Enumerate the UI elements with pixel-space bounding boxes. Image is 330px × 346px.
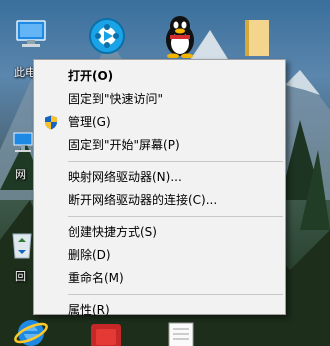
recycle-bin-label: 回 [15, 270, 26, 283]
menu-item-rename-label: 重命名(M) [68, 271, 124, 285]
menu-separator [68, 294, 283, 295]
document-icon[interactable] [167, 322, 195, 346]
app-icon-bottom[interactable] [88, 322, 124, 346]
network-icon[interactable] [12, 130, 34, 158]
menu-item-rename[interactable]: 重命名(M) [34, 267, 285, 290]
menu-item-pin-quick-access[interactable]: 固定到"快速访问" [34, 88, 285, 111]
uac-shield-icon [44, 115, 58, 130]
menu-item-map-network-drive[interactable]: 映射网络驱动器(N)... [34, 166, 285, 189]
context-menu: 打开(O) 固定到"快速访问" 管理(G) 固定到"开始"屏幕(P) 映射网络驱… [33, 59, 286, 317]
menu-item-properties[interactable]: 属性(R) [34, 299, 285, 322]
menu-item-delete[interactable]: 删除(D) [34, 244, 285, 267]
menu-item-properties-label: 属性(R) [68, 303, 110, 317]
recycle-bin-icon[interactable] [10, 228, 34, 260]
desktop: 此电 网 回 打开(O) 固定到"快速访问" 管理(G) 固定到"开始"屏幕(P… [0, 0, 330, 346]
menu-item-open-label: 打开(O) [68, 69, 114, 83]
menu-item-open[interactable]: 打开(O) [34, 65, 285, 88]
menu-item-manage[interactable]: 管理(G) [34, 111, 285, 134]
menu-item-create-shortcut[interactable]: 创建快捷方式(S) [34, 221, 285, 244]
menu-item-pin-quick-access-label: 固定到"快速访问" [68, 92, 164, 106]
menu-separator [68, 216, 283, 217]
menu-item-manage-label: 管理(G) [68, 115, 111, 129]
menu-separator [68, 161, 283, 162]
this-pc-icon[interactable] [14, 18, 48, 50]
menu-item-disconnect-network-drive[interactable]: 断开网络驱动器的连接(C)... [34, 189, 285, 212]
menu-item-delete-label: 删除(D) [68, 248, 111, 262]
network-label: 网 [15, 168, 26, 181]
menu-item-pin-start[interactable]: 固定到"开始"屏幕(P) [34, 134, 285, 157]
menu-item-create-shortcut-label: 创建快捷方式(S) [68, 225, 157, 239]
qq-penguin-icon[interactable] [163, 14, 197, 59]
menu-item-pin-start-label: 固定到"开始"屏幕(P) [68, 138, 180, 152]
menu-item-map-network-drive-label: 映射网络驱动器(N)... [68, 170, 182, 184]
video-player-icon[interactable] [87, 16, 127, 56]
menu-item-disconnect-network-drive-label: 断开网络驱动器的连接(C)... [68, 193, 218, 207]
folder-icon[interactable] [241, 18, 273, 58]
